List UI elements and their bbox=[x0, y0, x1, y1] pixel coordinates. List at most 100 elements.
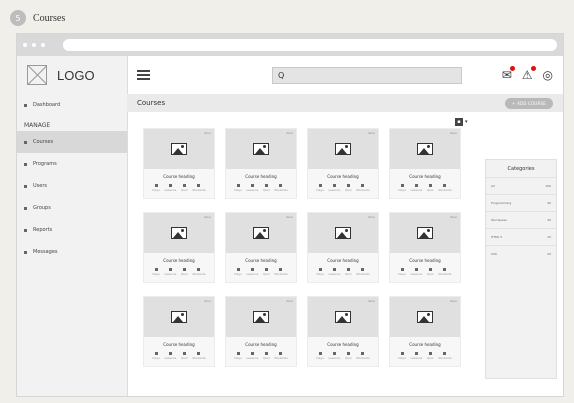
course-tag: label bbox=[449, 299, 457, 303]
window-dot[interactable] bbox=[32, 43, 36, 47]
logo[interactable]: LOGO bbox=[17, 56, 127, 94]
stat-icon bbox=[400, 352, 404, 355]
course-card[interactable]: label Course heading Days Lessons Quiz S… bbox=[389, 296, 461, 367]
stat-label: Lessons bbox=[246, 356, 259, 360]
stat-label: Students bbox=[356, 356, 370, 360]
stat-icon bbox=[182, 184, 186, 187]
sidebar-item-reports[interactable]: Reports bbox=[17, 219, 127, 241]
sidebar-item-dashboard[interactable]: Dashboard bbox=[17, 94, 127, 116]
users-icon bbox=[24, 184, 27, 188]
stat-icon bbox=[250, 352, 254, 355]
programs-icon bbox=[24, 162, 27, 166]
course-heading: Course heading bbox=[327, 342, 359, 347]
window-dot[interactable] bbox=[41, 43, 45, 47]
filter-icon: ▪ bbox=[455, 118, 463, 126]
category-row[interactable]: CSS 20 bbox=[486, 245, 556, 262]
stat-label: Days bbox=[316, 188, 324, 192]
stat-icon bbox=[318, 268, 322, 271]
course-tag: label bbox=[203, 131, 211, 135]
page-title: Courses bbox=[33, 12, 66, 24]
course-stat: Lessons bbox=[164, 184, 176, 192]
course-stat: Lessons bbox=[164, 352, 176, 360]
stat-icon bbox=[250, 268, 254, 271]
course-card[interactable]: label Course heading Days Lessons Quiz S… bbox=[143, 128, 215, 199]
stat-icon bbox=[428, 352, 432, 355]
course-stats: Days Lessons Quiz Students bbox=[390, 268, 460, 276]
stat-label: Students bbox=[274, 188, 288, 192]
category-count: 10 bbox=[547, 235, 551, 239]
course-tag: label bbox=[203, 299, 211, 303]
sidebar-item-label: Reports bbox=[33, 227, 53, 233]
category-count: 30 bbox=[547, 218, 551, 222]
course-stats: Days Lessons Quiz Students bbox=[308, 268, 378, 276]
search-input[interactable]: Q bbox=[272, 66, 462, 84]
course-card[interactable]: label Course heading Days Lessons Quiz S… bbox=[307, 212, 379, 283]
image-icon bbox=[335, 227, 351, 239]
course-heading: Course heading bbox=[163, 342, 195, 347]
sidebar-item-courses[interactable]: Courses bbox=[17, 131, 127, 153]
stat-label: Days bbox=[316, 356, 324, 360]
image-icon bbox=[335, 143, 351, 155]
stat-icon bbox=[182, 268, 186, 271]
window-dot[interactable] bbox=[23, 43, 27, 47]
course-stat: Days bbox=[398, 184, 406, 192]
stat-label: Students bbox=[356, 188, 370, 192]
hamburger-menu-icon[interactable] bbox=[137, 70, 150, 80]
course-card[interactable]: label Course heading Days Lessons Quiz S… bbox=[307, 296, 379, 367]
sidebar-item-users[interactable]: Users bbox=[17, 175, 127, 197]
stat-label: Quiz bbox=[262, 272, 270, 276]
address-bar[interactable] bbox=[63, 39, 557, 51]
course-stat: Quiz bbox=[345, 268, 352, 276]
course-card[interactable]: label Course heading Days Lessons Quiz S… bbox=[143, 212, 215, 283]
course-grid: label Course heading Days Lessons Quiz S… bbox=[143, 128, 461, 367]
stat-label: Days bbox=[234, 272, 242, 276]
stat-label: Lessons bbox=[164, 272, 177, 276]
filter-button[interactable]: ▪ ▾ bbox=[455, 118, 468, 126]
reports-icon bbox=[24, 228, 27, 232]
stat-label: Days bbox=[234, 188, 242, 192]
course-thumbnail: label bbox=[144, 297, 214, 337]
course-tag: label bbox=[285, 131, 293, 135]
stat-icon bbox=[197, 268, 201, 271]
course-card[interactable]: label Course heading Days Lessons Quiz S… bbox=[225, 128, 297, 199]
course-tag: label bbox=[285, 299, 293, 303]
add-course-button[interactable]: + ADD COURSE bbox=[505, 97, 553, 109]
stat-label: Lessons bbox=[328, 188, 341, 192]
course-thumbnail: label bbox=[144, 129, 214, 169]
category-row[interactable]: Wordpress 30 bbox=[486, 211, 556, 228]
category-count: 100 bbox=[545, 184, 551, 188]
course-card[interactable]: label Course heading Days Lessons Quiz S… bbox=[143, 296, 215, 367]
category-row[interactable]: All 100 bbox=[486, 177, 556, 194]
dashboard-icon bbox=[24, 103, 27, 107]
course-card[interactable]: label Course heading Days Lessons Quiz S… bbox=[225, 212, 297, 283]
stat-label: Lessons bbox=[246, 272, 259, 276]
course-stats: Days Lessons Quiz Students bbox=[390, 352, 460, 360]
sidebar-item-programs[interactable]: Programs bbox=[17, 153, 127, 175]
alert-icon[interactable]: ⚠ bbox=[522, 66, 536, 82]
image-icon bbox=[417, 311, 433, 323]
mail-icon[interactable]: ✉ bbox=[502, 66, 515, 82]
category-name: All bbox=[491, 184, 495, 188]
course-card[interactable]: label Course heading Days Lessons Quiz S… bbox=[389, 128, 461, 199]
course-stat: Quiz bbox=[263, 184, 270, 192]
course-thumbnail: label bbox=[308, 129, 378, 169]
stat-label: Lessons bbox=[410, 272, 423, 276]
stat-label: Quiz bbox=[426, 356, 434, 360]
sidebar-item-groups[interactable]: Groups bbox=[17, 197, 127, 219]
category-row[interactable]: Programming 40 bbox=[486, 194, 556, 211]
course-thumbnail: label bbox=[226, 213, 296, 253]
course-thumbnail: label bbox=[390, 129, 460, 169]
headset-icon[interactable]: ◎ bbox=[543, 68, 553, 82]
sidebar-item-messages[interactable]: Messages bbox=[17, 241, 127, 263]
stat-label: Lessons bbox=[328, 356, 341, 360]
course-stats: Days Lessons Quiz Students bbox=[226, 352, 296, 360]
course-card[interactable]: label Course heading Days Lessons Quiz S… bbox=[307, 128, 379, 199]
image-icon bbox=[253, 227, 269, 239]
course-card[interactable]: label Course heading Days Lessons Quiz S… bbox=[225, 296, 297, 367]
course-card[interactable]: label Course heading Days Lessons Quiz S… bbox=[389, 212, 461, 283]
category-row[interactable]: HTML 5 10 bbox=[486, 228, 556, 245]
course-stat: Students bbox=[438, 352, 452, 360]
stat-label: Quiz bbox=[180, 356, 188, 360]
course-stats: Days Lessons Quiz Students bbox=[308, 352, 378, 360]
stat-icon bbox=[279, 352, 283, 355]
